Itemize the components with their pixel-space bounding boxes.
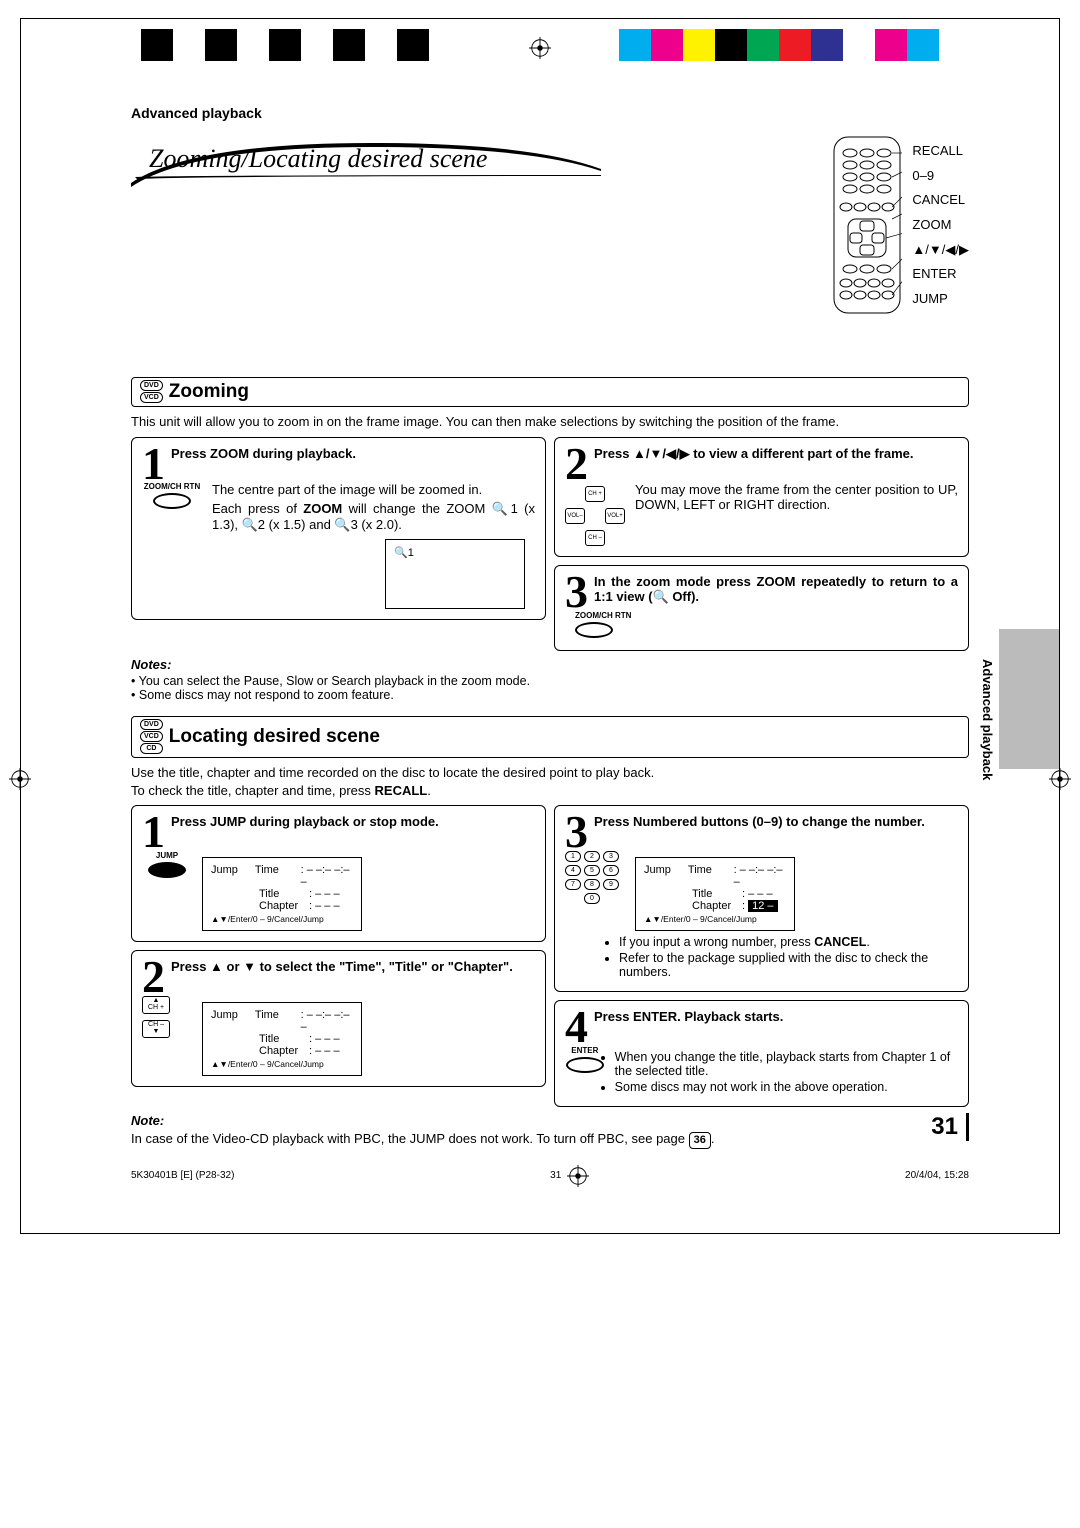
step-text: You may move the frame from the center p… [635,482,958,512]
color-swatch [301,29,333,61]
step-number: 1 [142,814,165,851]
step-text: Each press of ZOOM will change the ZOOM … [212,501,535,533]
section-label: Advanced playback [131,105,969,121]
badge-dvd: DVD [140,719,163,730]
step-head: Press JUMP during playback or stop mode. [142,814,535,829]
locate-step-3: 3 Press Numbered buttons (0–9) to change… [554,805,969,992]
remote-label: 0–9 [912,164,969,189]
color-swatch [269,29,301,61]
color-swatch [237,29,269,61]
locating-intro-2: To check the title, chapter and time, pr… [131,782,969,800]
note-heading: Note: [131,1113,969,1128]
badge-dvd: DVD [140,380,163,391]
color-swatch [651,29,683,61]
step-head: Press ▲/▼/◀/▶ to view a different part o… [565,446,958,462]
zoom-step-1: 1 Press ZOOM during playback. ZOOM/CH RT… [131,437,546,621]
locating-heading: DVD VCD CD Locating desired scene [131,716,969,758]
registration-mark-icon [567,1165,589,1187]
remote-label: ENTER [912,262,969,287]
zoom-button-icon [153,493,191,509]
color-swatch [141,29,173,61]
print-frame: Advanced playback Advanced playback Zoom… [20,18,1060,1234]
color-swatch [333,29,365,61]
step-number: 2 [565,446,588,483]
remote-label-list: RECALL0–9CANCELZOOM▲/▼/◀/▶ENTERJUMP [912,135,969,312]
step-number: 2 [142,959,165,996]
page-number: 31 [931,1113,969,1141]
step-number: 3 [565,814,588,851]
button-label: JUMP [142,851,192,860]
osd-preview: JumpTime: – –:– –:– – Title: – – – Chapt… [635,857,795,931]
color-swatch [683,29,715,61]
step-head: Press Numbered buttons (0–9) to change t… [565,814,958,829]
step-bullets: If you input a wrong number, press CANCE… [619,935,958,979]
down-button-icon: CH –▼ [142,1020,170,1038]
button-label: ZOOM/CH RTN [575,611,635,620]
color-swatch [843,29,875,61]
zoom-step-3: 3 In the zoom mode press ZOOM repeatedly… [554,565,969,651]
color-swatch [619,29,651,61]
locate-step-1: 1 Press JUMP during playback or stop mod… [131,805,546,942]
badge-vcd: VCD [140,731,163,742]
color-swatch [811,29,843,61]
remote-label: JUMP [912,287,969,312]
step-number: 4 [565,1009,588,1046]
remote-icon [832,135,902,315]
dpad-icon: CH + CH – VOL– VOL+ [565,486,625,546]
color-swatch [875,29,907,61]
locating-intro-1: Use the title, chapter and time recorded… [131,764,969,782]
step-head: Press ENTER. Playback starts. [565,1009,958,1024]
color-swatch [779,29,811,61]
footer-page: 31 [550,1170,561,1181]
locating-title: Locating desired scene [169,726,380,748]
color-swatch [365,29,397,61]
notes-heading: Notes: [131,657,969,672]
osd-preview: JumpTime: – –:– –:– – Title: – – – Chapt… [202,857,362,931]
color-swatch [907,29,939,61]
color-registration-bar [21,19,1059,75]
osd-preview: JumpTime: – –:– –:– – Title: – – – Chapt… [202,1002,362,1076]
color-swatch [397,29,429,61]
locate-step-4: 4 Press ENTER. Playback starts. ENTER Wh… [554,1000,969,1107]
button-label: ZOOM/CH RTN [142,482,202,491]
jump-button-icon [148,862,186,878]
page-title-text: Zooming/Locating desired scene [149,144,487,174]
step-bullets: When you change the title, playback star… [615,1050,958,1096]
color-swatch [747,29,779,61]
step-number: 1 [142,446,165,483]
remote-diagram: RECALL0–9CANCELZOOM▲/▼/◀/▶ENTERJUMP [832,135,969,315]
zooming-heading: DVD VCD Zooming [131,377,969,407]
remote-label: ▲/▼/◀/▶ [912,238,969,263]
up-button-icon: ▲CH + [142,996,170,1014]
step-head: Press ▲ or ▼ to select the "Time", "Titl… [142,959,535,974]
remote-label: RECALL [912,139,969,164]
step-head: Press ZOOM during playback. [142,446,535,461]
zoom-button-icon [575,622,613,638]
remote-label: CANCEL [912,188,969,213]
step-text: The centre part of the image will be zoo… [212,482,535,497]
badge-cd: CD [140,743,163,754]
numeric-keypad-icon: 123 456 789 0 [565,851,619,907]
remote-label: ZOOM [912,213,969,238]
zoom-step-2: 2 Press ▲/▼/◀/▶ to view a different part… [554,437,969,558]
zooming-intro: This unit will allow you to zoom in on t… [131,413,969,431]
color-swatch [173,29,205,61]
footer-left: 5K30401B [E] (P28-32) [131,1170,234,1181]
zooming-title: Zooming [169,381,249,403]
badge-vcd: VCD [140,392,163,403]
enter-button-icon [566,1057,604,1073]
note-text: In case of the Video-CD playback with PB… [131,1130,969,1149]
page-content: Advanced playback Zooming/Locating desir… [21,75,1059,1165]
color-swatch [205,29,237,61]
color-swatch [715,29,747,61]
step-number: 3 [565,574,588,611]
print-footer: 5K30401B [E] (P28-32) 31 20/4/04, 15:28 [21,1165,1059,1193]
step-head: In the zoom mode press ZOOM repeatedly t… [565,574,958,605]
notes-list: You can select the Pause, Slow or Search… [131,674,969,702]
zoom-preview-box: 🔍1 [385,539,525,609]
locate-step-2: 2 Press ▲ or ▼ to select the "Time", "Ti… [131,950,546,1087]
registration-mark-icon [529,37,551,59]
footer-right: 20/4/04, 15:28 [905,1170,969,1181]
